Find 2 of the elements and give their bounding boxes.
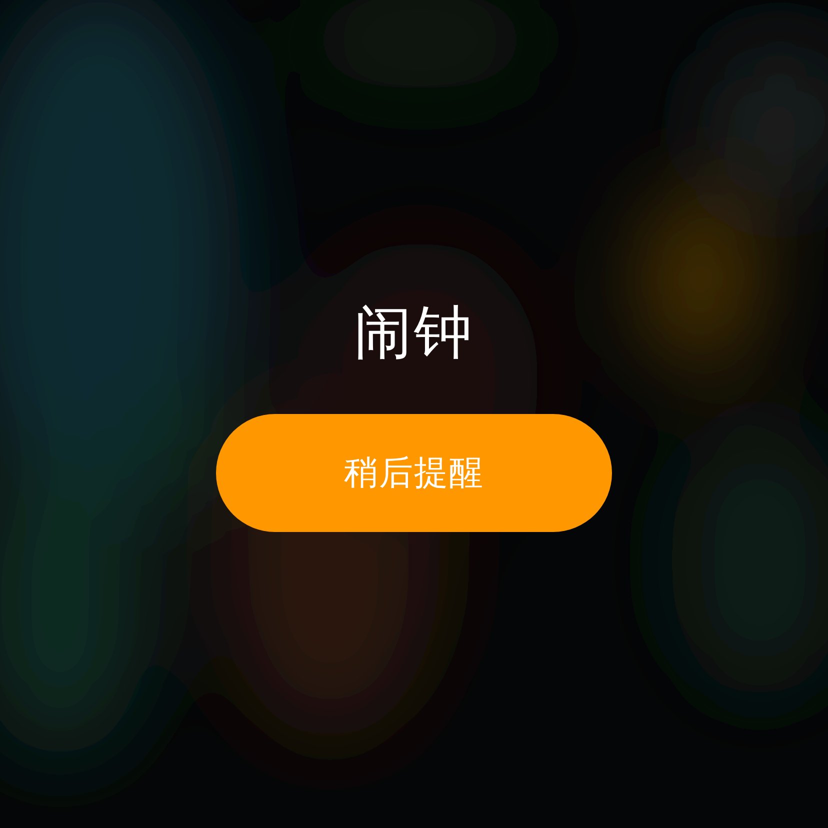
- snooze-button[interactable]: 稍后提醒: [216, 414, 612, 532]
- alarm-title: 闹钟: [354, 297, 474, 368]
